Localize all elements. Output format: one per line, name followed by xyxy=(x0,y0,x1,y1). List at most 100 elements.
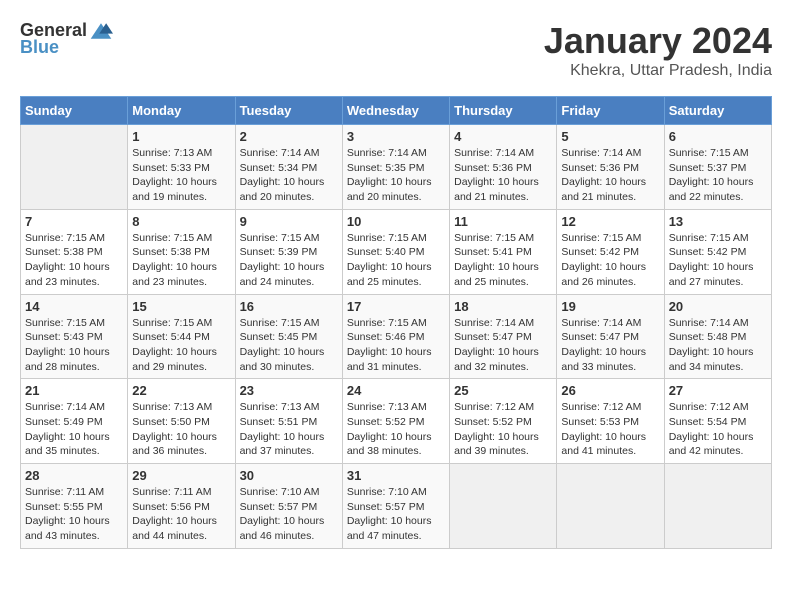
calendar-cell: 8Sunrise: 7:15 AM Sunset: 5:38 PM Daylig… xyxy=(128,209,235,294)
logo: General Blue xyxy=(20,20,115,58)
day-number: 25 xyxy=(454,383,552,398)
day-info: Sunrise: 7:11 AM Sunset: 5:56 PM Dayligh… xyxy=(132,485,230,544)
day-info: Sunrise: 7:15 AM Sunset: 5:41 PM Dayligh… xyxy=(454,231,552,290)
calendar-cell: 6 Sunrise: 7:15 AM Sunset: 5:37 PM Daylig… xyxy=(664,125,771,210)
calendar-cell: 29 Sunrise: 7:11 AM Sunset: 5:56 PM Dayli… xyxy=(128,464,235,549)
day-number: 20 xyxy=(669,299,767,314)
day-number: 15 xyxy=(132,299,230,314)
day-number: 21 xyxy=(25,383,123,398)
calendar-cell: 14Sunrise: 7:15 AM Sunset: 5:43 PM Dayli… xyxy=(21,294,128,379)
month-title: January 2024 xyxy=(544,20,772,62)
day-info: Sunrise: 7:14 AM Sunset: 5:35 PM Dayligh… xyxy=(347,146,445,205)
day-number: 5 xyxy=(561,129,659,144)
calendar-cell: 7Sunrise: 7:15 AM Sunset: 5:38 PM Daylig… xyxy=(21,209,128,294)
day-number: 22 xyxy=(132,383,230,398)
day-number: 28 xyxy=(25,468,123,483)
day-number: 29 xyxy=(132,468,230,483)
day-number: 8 xyxy=(132,214,230,229)
calendar-cell: 10 Sunrise: 7:15 AM Sunset: 5:40 PM Dayli… xyxy=(342,209,449,294)
day-info: Sunrise: 7:13 AM Sunset: 5:51 PM Dayligh… xyxy=(240,400,338,459)
day-info: Sunrise: 7:14 AM Sunset: 5:36 PM Dayligh… xyxy=(454,146,552,205)
calendar-cell xyxy=(664,464,771,549)
calendar-cell: 2 Sunrise: 7:14 AM Sunset: 5:34 PM Daylig… xyxy=(235,125,342,210)
day-number: 7 xyxy=(25,214,123,229)
day-info: Sunrise: 7:15 AM Sunset: 5:39 PM Dayligh… xyxy=(240,231,338,290)
calendar-cell: 16Sunrise: 7:15 AM Sunset: 5:45 PM Dayli… xyxy=(235,294,342,379)
calendar-cell: 31 Sunrise: 7:10 AM Sunset: 5:57 PM Dayli… xyxy=(342,464,449,549)
calendar-cell xyxy=(21,125,128,210)
calendar-cell: 11 Sunrise: 7:15 AM Sunset: 5:41 PM Dayli… xyxy=(450,209,557,294)
header-row: SundayMondayTuesdayWednesdayThursdayFrid… xyxy=(21,97,772,125)
column-header-wednesday: Wednesday xyxy=(342,97,449,125)
day-number: 24 xyxy=(347,383,445,398)
day-number: 4 xyxy=(454,129,552,144)
column-header-monday: Monday xyxy=(128,97,235,125)
calendar-cell: 27Sunrise: 7:12 AM Sunset: 5:54 PM Dayli… xyxy=(664,379,771,464)
day-info: Sunrise: 7:13 AM Sunset: 5:33 PM Dayligh… xyxy=(132,146,230,205)
column-header-tuesday: Tuesday xyxy=(235,97,342,125)
day-number: 3 xyxy=(347,129,445,144)
calendar-cell: 4 Sunrise: 7:14 AM Sunset: 5:36 PM Daylig… xyxy=(450,125,557,210)
day-info: Sunrise: 7:14 AM Sunset: 5:34 PM Dayligh… xyxy=(240,146,338,205)
day-number: 19 xyxy=(561,299,659,314)
calendar-cell: 13Sunrise: 7:15 AM Sunset: 5:42 PM Dayli… xyxy=(664,209,771,294)
day-info: Sunrise: 7:15 AM Sunset: 5:40 PM Dayligh… xyxy=(347,231,445,290)
day-number: 18 xyxy=(454,299,552,314)
day-number: 30 xyxy=(240,468,338,483)
location-subtitle: Khekra, Uttar Pradesh, India xyxy=(544,62,772,80)
calendar-cell: 20Sunrise: 7:14 AM Sunset: 5:48 PM Dayli… xyxy=(664,294,771,379)
week-row-4: 21 Sunrise: 7:14 AM Sunset: 5:49 PM Dayli… xyxy=(21,379,772,464)
day-info: Sunrise: 7:11 AM Sunset: 5:55 PM Dayligh… xyxy=(25,485,123,544)
calendar-cell xyxy=(450,464,557,549)
day-number: 31 xyxy=(347,468,445,483)
day-number: 10 xyxy=(347,214,445,229)
page-header: General Blue January 2024 Khekra, Uttar … xyxy=(20,20,772,80)
day-info: Sunrise: 7:14 AM Sunset: 5:49 PM Dayligh… xyxy=(25,400,123,459)
day-number: 2 xyxy=(240,129,338,144)
calendar-cell: 22Sunrise: 7:13 AM Sunset: 5:50 PM Dayli… xyxy=(128,379,235,464)
day-info: Sunrise: 7:15 AM Sunset: 5:46 PM Dayligh… xyxy=(347,316,445,375)
calendar-cell: 21 Sunrise: 7:14 AM Sunset: 5:49 PM Dayli… xyxy=(21,379,128,464)
day-number: 1 xyxy=(132,129,230,144)
day-info: Sunrise: 7:15 AM Sunset: 5:45 PM Dayligh… xyxy=(240,316,338,375)
week-row-3: 14Sunrise: 7:15 AM Sunset: 5:43 PM Dayli… xyxy=(21,294,772,379)
logo-blue: Blue xyxy=(20,37,59,58)
day-number: 11 xyxy=(454,214,552,229)
calendar-cell: 1 Sunrise: 7:13 AM Sunset: 5:33 PM Daylig… xyxy=(128,125,235,210)
week-row-5: 28 Sunrise: 7:11 AM Sunset: 5:55 PM Dayli… xyxy=(21,464,772,549)
day-info: Sunrise: 7:15 AM Sunset: 5:37 PM Dayligh… xyxy=(669,146,767,205)
column-header-thursday: Thursday xyxy=(450,97,557,125)
column-header-sunday: Sunday xyxy=(21,97,128,125)
day-info: Sunrise: 7:10 AM Sunset: 5:57 PM Dayligh… xyxy=(347,485,445,544)
day-number: 6 xyxy=(669,129,767,144)
day-info: Sunrise: 7:15 AM Sunset: 5:43 PM Dayligh… xyxy=(25,316,123,375)
calendar-cell: 15 Sunrise: 7:15 AM Sunset: 5:44 PM Dayli… xyxy=(128,294,235,379)
calendar-cell: 28 Sunrise: 7:11 AM Sunset: 5:55 PM Dayli… xyxy=(21,464,128,549)
day-number: 26 xyxy=(561,383,659,398)
day-number: 9 xyxy=(240,214,338,229)
calendar-cell: 9 Sunrise: 7:15 AM Sunset: 5:39 PM Daylig… xyxy=(235,209,342,294)
calendar-cell: 5Sunrise: 7:14 AM Sunset: 5:36 PM Daylig… xyxy=(557,125,664,210)
day-info: Sunrise: 7:12 AM Sunset: 5:54 PM Dayligh… xyxy=(669,400,767,459)
week-row-2: 7Sunrise: 7:15 AM Sunset: 5:38 PM Daylig… xyxy=(21,209,772,294)
calendar-cell: 18 Sunrise: 7:14 AM Sunset: 5:47 PM Dayli… xyxy=(450,294,557,379)
day-info: Sunrise: 7:10 AM Sunset: 5:57 PM Dayligh… xyxy=(240,485,338,544)
day-info: Sunrise: 7:15 AM Sunset: 5:44 PM Dayligh… xyxy=(132,316,230,375)
calendar-cell: 25Sunrise: 7:12 AM Sunset: 5:52 PM Dayli… xyxy=(450,379,557,464)
day-number: 17 xyxy=(347,299,445,314)
day-number: 12 xyxy=(561,214,659,229)
day-number: 23 xyxy=(240,383,338,398)
day-info: Sunrise: 7:15 AM Sunset: 5:42 PM Dayligh… xyxy=(561,231,659,290)
day-info: Sunrise: 7:14 AM Sunset: 5:47 PM Dayligh… xyxy=(561,316,659,375)
column-header-saturday: Saturday xyxy=(664,97,771,125)
calendar-cell: 30 Sunrise: 7:10 AM Sunset: 5:57 PM Dayli… xyxy=(235,464,342,549)
logo-icon xyxy=(89,21,113,41)
calendar-cell: 19 Sunrise: 7:14 AM Sunset: 5:47 PM Dayli… xyxy=(557,294,664,379)
column-header-friday: Friday xyxy=(557,97,664,125)
calendar-cell: 24Sunrise: 7:13 AM Sunset: 5:52 PM Dayli… xyxy=(342,379,449,464)
day-number: 13 xyxy=(669,214,767,229)
calendar-cell xyxy=(557,464,664,549)
day-info: Sunrise: 7:14 AM Sunset: 5:47 PM Dayligh… xyxy=(454,316,552,375)
calendar-cell: 26Sunrise: 7:12 AM Sunset: 5:53 PM Dayli… xyxy=(557,379,664,464)
calendar-cell: 12 Sunrise: 7:15 AM Sunset: 5:42 PM Dayli… xyxy=(557,209,664,294)
